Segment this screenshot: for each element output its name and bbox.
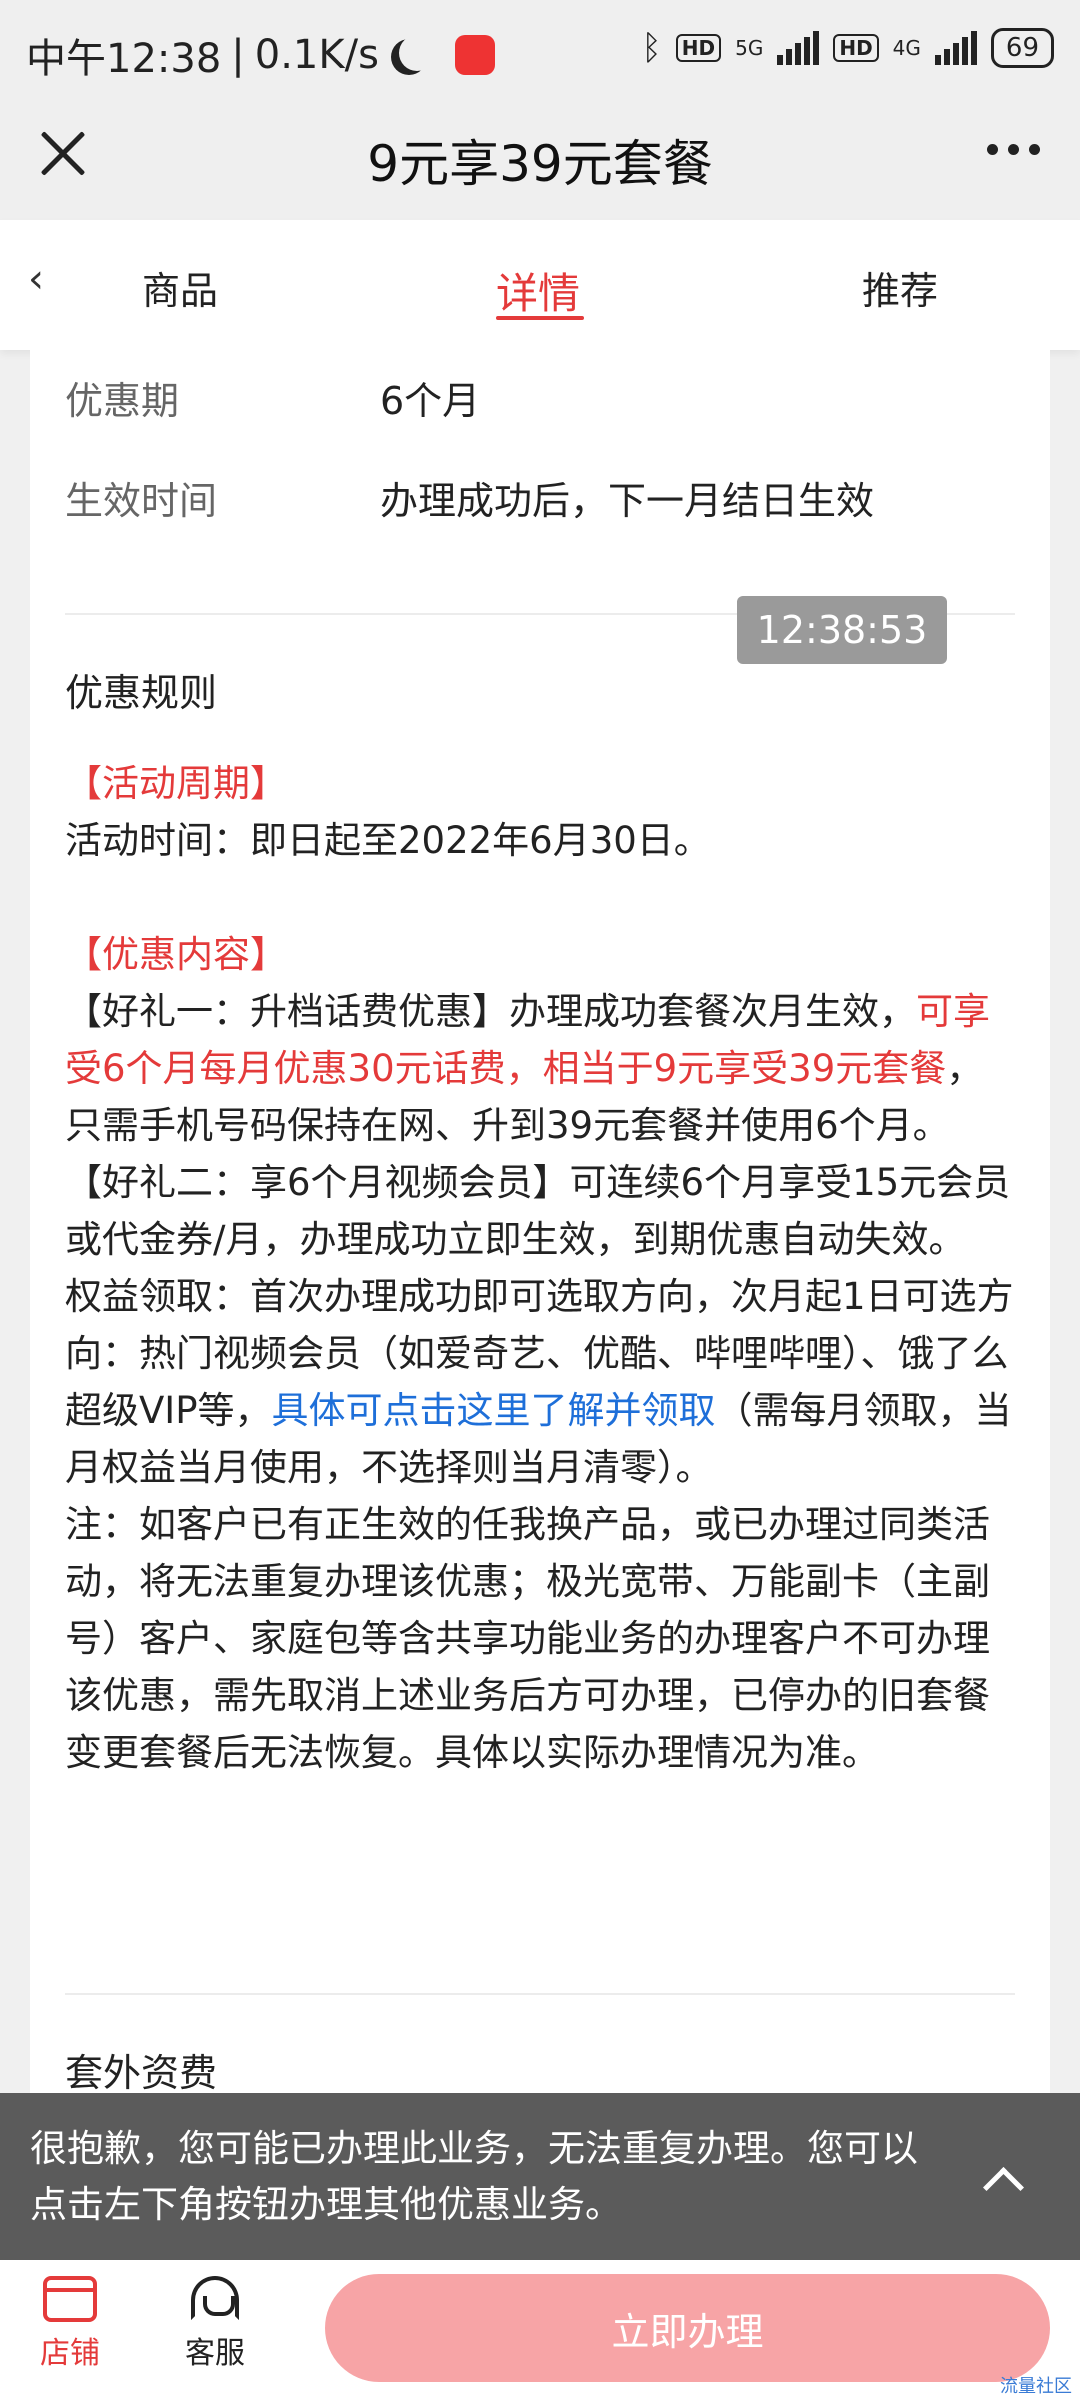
netease-music-icon bbox=[454, 35, 495, 75]
gift1-paragraph: 【好礼一：升档话费优惠】办理成功套餐次月生效，可享受6个月每月优惠30元话费，相… bbox=[65, 983, 1015, 1154]
info-row-value: 6个月 bbox=[380, 379, 481, 423]
period-title: 【活动周期】 bbox=[65, 762, 287, 805]
shop-icon bbox=[43, 2276, 97, 2322]
close-icon[interactable] bbox=[38, 128, 88, 178]
claim-link[interactable]: 具体可点击这里了解并领取 bbox=[272, 1389, 716, 1432]
hd-icon: HD bbox=[675, 34, 722, 62]
title-bar: 9元享39元套餐 bbox=[0, 100, 1080, 220]
status-left: 中午12:38 | 0.1K/s bbox=[26, 26, 495, 84]
bluetooth-icon: ᛒ bbox=[641, 28, 662, 68]
tab-bar: ‹ 商品 详情 推荐 bbox=[0, 220, 1080, 350]
tab-goods[interactable]: 商品 bbox=[142, 260, 218, 315]
gift1-head: 【好礼一：升档话费优惠】办理成功套餐次月生效， bbox=[65, 990, 916, 1033]
rules-heading: 优惠规则 bbox=[65, 671, 218, 715]
hd-icon-2: HD bbox=[833, 34, 879, 62]
service-label: 客服 bbox=[185, 2336, 245, 2371]
tab-active-indicator bbox=[496, 316, 584, 320]
network-4g-label: 4G bbox=[892, 36, 921, 60]
page-title: 9元享39元套餐 bbox=[367, 135, 713, 193]
toast: 很抱歉，您可能已办理此业务，无法重复办理。您可以点击左下角按钮办理其他优惠业务。 bbox=[0, 2093, 1080, 2260]
chevron-up-icon[interactable] bbox=[982, 2166, 1025, 2209]
signal-icon bbox=[777, 31, 820, 65]
status-speed: 0.1K/s bbox=[254, 32, 379, 78]
battery-icon: 69 bbox=[990, 28, 1054, 68]
gift2-paragraph: 【好礼二：享6个月视频会员】可连续6个月享受15元会员或代金券/月，办理成功立即… bbox=[65, 1161, 1011, 1261]
headset-icon bbox=[191, 2276, 239, 2322]
bottom-bar: 店铺 客服 立即办理 流量社区 bbox=[0, 2260, 1080, 2400]
tab-recommend[interactable]: 推荐 bbox=[862, 260, 938, 315]
rules-text: 【活动周期】 活动时间：即日起至2022年6月30日。 【优惠内容】 【好礼一：… bbox=[65, 755, 1015, 1781]
toast-text: 很抱歉，您可能已办理此业务，无法重复办理。您可以点击左下角按钮办理其他优惠业务。 bbox=[30, 2127, 918, 2226]
period-text: 活动时间：即日起至2022年6月30日。 bbox=[65, 819, 711, 862]
content-title: 【优惠内容】 bbox=[65, 933, 287, 976]
info-row-label: 生效时间 bbox=[65, 479, 218, 523]
claim-paragraph: 权益领取：首次办理成功即可选取方向，次月起1日可选方向：热门视频会员（如爱奇艺、… bbox=[65, 1268, 1015, 1496]
moon-icon bbox=[399, 35, 435, 71]
shop-button[interactable]: 店铺 bbox=[30, 2276, 110, 2372]
more-icon[interactable] bbox=[987, 144, 1040, 155]
customer-service-button[interactable]: 客服 bbox=[175, 2276, 255, 2372]
divider bbox=[65, 1993, 1015, 1995]
status-time: 中午12:38 bbox=[26, 36, 222, 82]
info-row-value: 办理成功后，下一月结日生效 bbox=[380, 479, 875, 523]
tab-details[interactable]: 详情 bbox=[496, 260, 580, 321]
status-bar: 中午12:38 | 0.1K/s ᛒ HD 5G HD 4G 69 bbox=[0, 0, 1080, 100]
network-5g-label: 5G bbox=[735, 36, 764, 60]
signal-icon-2 bbox=[934, 31, 977, 65]
timestamp-badge: 12:38:53 bbox=[737, 596, 947, 664]
watermark: 流量社区 bbox=[1000, 2376, 1072, 2397]
status-separator: | bbox=[231, 32, 245, 78]
note-paragraph: 注：如客户已有正生效的任我换产品，或已办理过同类活动，将无法重复办理该优惠；极光… bbox=[65, 1503, 990, 1774]
shop-label: 店铺 bbox=[40, 2336, 100, 2371]
extra-fee-heading: 套外资费 bbox=[65, 2051, 218, 2095]
apply-now-button[interactable]: 立即办理 bbox=[325, 2274, 1050, 2382]
back-arrow-icon[interactable]: ‹ bbox=[28, 256, 44, 302]
status-right: ᛒ HD 5G HD 4G 69 bbox=[641, 28, 1054, 68]
info-row-label: 优惠期 bbox=[65, 379, 180, 423]
